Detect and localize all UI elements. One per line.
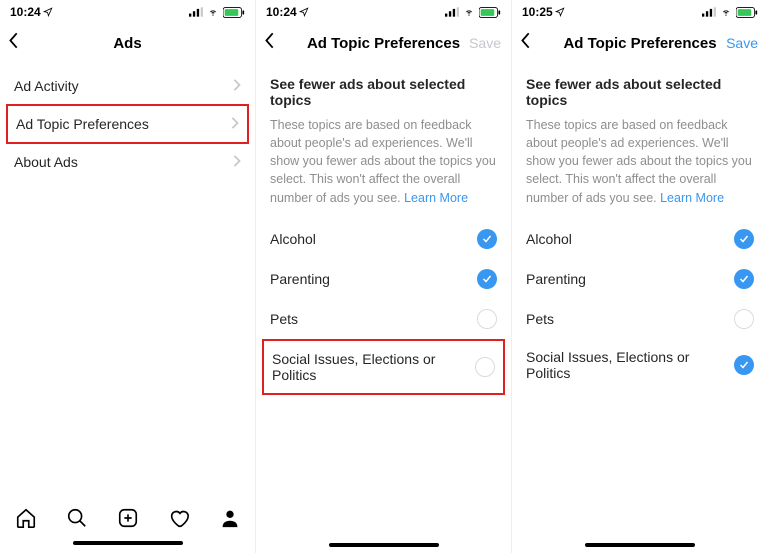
page-title: Ads (113, 35, 141, 52)
back-button[interactable] (8, 32, 20, 55)
page-title: Ad Topic Preferences (307, 35, 460, 52)
chevron-right-icon (233, 154, 241, 170)
ads-settings-list: Ad Activity Ad Topic Preferences About A… (0, 62, 255, 180)
home-indicator (329, 543, 439, 547)
home-icon (15, 507, 37, 529)
checkmark-unselected-icon (734, 309, 754, 329)
save-button[interactable]: Save (469, 35, 501, 51)
chevron-left-icon (8, 32, 20, 50)
section-description: These topics are based on feedback about… (256, 116, 511, 211)
topic-label: Social Issues, Elections or Politics (526, 349, 734, 381)
topics-list: Alcohol Parenting Pets Social Issues, El… (512, 211, 768, 391)
status-time: 10:25 (522, 5, 553, 19)
row-label: About Ads (14, 154, 78, 170)
navbar: Ad Topic Preferences Save (512, 24, 768, 62)
back-button[interactable] (264, 32, 276, 55)
status-bar: 10:24 (256, 0, 511, 24)
activity-tab[interactable] (168, 507, 190, 529)
topic-parenting[interactable]: Parenting (512, 259, 768, 299)
tab-bar (0, 499, 255, 553)
checkmark-selected-icon (734, 355, 754, 375)
highlight-social-issues: Social Issues, Elections or Politics (262, 339, 505, 395)
save-button[interactable]: Save (726, 35, 758, 51)
chevron-right-icon (231, 116, 239, 132)
topic-pets[interactable]: Pets (512, 299, 768, 339)
status-bar: 10:25 (512, 0, 768, 24)
ad-topic-preferences-row[interactable]: Ad Topic Preferences (8, 106, 247, 142)
row-label: Ad Activity (14, 78, 79, 94)
chevron-right-icon (233, 78, 241, 94)
status-bar: 10:24 (0, 0, 255, 24)
section-heading: See fewer ads about selected topics (256, 62, 511, 116)
topics-list: Alcohol Parenting Pets Social Issues, El… (256, 211, 511, 395)
heart-icon (168, 507, 190, 529)
profile-tab[interactable] (219, 507, 241, 529)
topic-label: Parenting (270, 271, 330, 287)
learn-more-link[interactable]: Learn More (404, 191, 468, 205)
topic-label: Alcohol (270, 231, 316, 247)
location-icon (299, 7, 309, 17)
topic-social-issues[interactable]: Social Issues, Elections or Politics (264, 341, 503, 393)
topic-social-issues[interactable]: Social Issues, Elections or Politics (512, 339, 768, 391)
location-icon (43, 7, 53, 17)
create-tab[interactable] (117, 507, 139, 529)
checkmark-unselected-icon (475, 357, 495, 377)
wifi-icon (462, 7, 476, 17)
home-indicator (585, 543, 695, 547)
wifi-icon (206, 7, 220, 17)
chevron-left-icon (520, 32, 532, 50)
page-title: Ad Topic Preferences (563, 35, 716, 52)
back-button[interactable] (520, 32, 532, 55)
wifi-icon (719, 7, 733, 17)
status-time: 10:24 (266, 5, 297, 19)
checkmark-selected-icon (477, 269, 497, 289)
signal-icon (189, 7, 203, 17)
topic-label: Alcohol (526, 231, 572, 247)
highlight-ad-topic-preferences: Ad Topic Preferences (6, 104, 249, 144)
topic-label: Social Issues, Elections or Politics (272, 351, 475, 383)
screen-topic-prefs-after: 10:25 Ad Topic Preferences Save See fewe… (512, 0, 768, 553)
checkmark-unselected-icon (477, 309, 497, 329)
signal-icon (702, 7, 716, 17)
chevron-left-icon (264, 32, 276, 50)
section-heading: See fewer ads about selected topics (512, 62, 768, 116)
navbar: Ads (0, 24, 255, 62)
checkmark-selected-icon (734, 229, 754, 249)
person-icon (219, 507, 241, 529)
checkmark-selected-icon (477, 229, 497, 249)
battery-icon (479, 7, 501, 18)
home-tab[interactable] (15, 507, 37, 529)
screen-topic-prefs-before: 10:24 Ad Topic Preferences Save See fewe… (256, 0, 512, 553)
plus-square-icon (117, 507, 139, 529)
topic-alcohol[interactable]: Alcohol (256, 219, 511, 259)
section-description: These topics are based on feedback about… (512, 116, 768, 211)
row-label: Ad Topic Preferences (16, 116, 149, 132)
screen-ads: 10:24 Ads Ad Activity (0, 0, 256, 553)
search-tab[interactable] (66, 507, 88, 529)
search-icon (66, 507, 88, 529)
battery-icon (736, 7, 758, 18)
topic-parenting[interactable]: Parenting (256, 259, 511, 299)
signal-icon (445, 7, 459, 17)
ad-activity-row[interactable]: Ad Activity (0, 68, 255, 104)
topic-label: Pets (270, 311, 298, 327)
checkmark-selected-icon (734, 269, 754, 289)
battery-icon (223, 7, 245, 18)
about-ads-row[interactable]: About Ads (0, 144, 255, 180)
topic-label: Pets (526, 311, 554, 327)
topic-pets[interactable]: Pets (256, 299, 511, 339)
learn-more-link[interactable]: Learn More (660, 191, 724, 205)
status-time: 10:24 (10, 5, 41, 19)
topic-label: Parenting (526, 271, 586, 287)
location-icon (555, 7, 565, 17)
topic-alcohol[interactable]: Alcohol (512, 219, 768, 259)
home-indicator (73, 541, 183, 545)
navbar: Ad Topic Preferences Save (256, 24, 511, 62)
